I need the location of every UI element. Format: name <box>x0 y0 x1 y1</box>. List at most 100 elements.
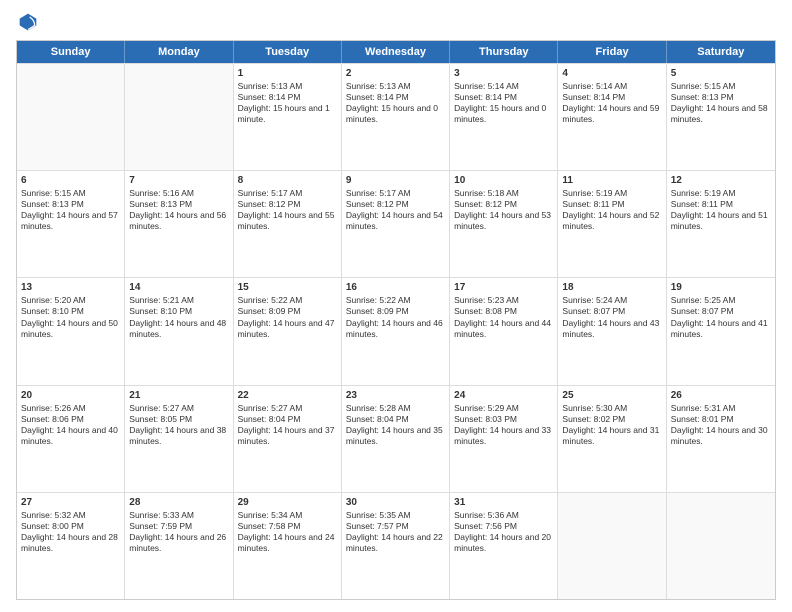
day-info: Sunrise: 5:14 AMSunset: 8:14 PMDaylight:… <box>562 81 661 125</box>
day-number: 1 <box>238 67 337 80</box>
day-cell-5: 5Sunrise: 5:15 AMSunset: 8:13 PMDaylight… <box>667 64 775 170</box>
day-number: 4 <box>562 67 661 80</box>
day-cell-22: 22Sunrise: 5:27 AMSunset: 8:04 PMDayligh… <box>234 386 342 492</box>
day-cell-24: 24Sunrise: 5:29 AMSunset: 8:03 PMDayligh… <box>450 386 558 492</box>
day-number: 26 <box>671 389 771 402</box>
day-number: 24 <box>454 389 553 402</box>
day-header-sunday: Sunday <box>17 41 125 63</box>
day-number: 8 <box>238 174 337 187</box>
day-number: 21 <box>129 389 228 402</box>
calendar: SundayMondayTuesdayWednesdayThursdayFrid… <box>16 40 776 600</box>
day-info: Sunrise: 5:29 AMSunset: 8:03 PMDaylight:… <box>454 403 553 447</box>
day-info: Sunrise: 5:34 AMSunset: 7:58 PMDaylight:… <box>238 510 337 554</box>
day-info: Sunrise: 5:15 AMSunset: 8:13 PMDaylight:… <box>671 81 771 125</box>
calendar-week-1: 1Sunrise: 5:13 AMSunset: 8:14 PMDaylight… <box>17 63 775 170</box>
day-info: Sunrise: 5:21 AMSunset: 8:10 PMDaylight:… <box>129 295 228 339</box>
empty-cell <box>667 493 775 599</box>
day-cell-1: 1Sunrise: 5:13 AMSunset: 8:14 PMDaylight… <box>234 64 342 170</box>
day-info: Sunrise: 5:16 AMSunset: 8:13 PMDaylight:… <box>129 188 228 232</box>
day-number: 14 <box>129 281 228 294</box>
day-info: Sunrise: 5:13 AMSunset: 8:14 PMDaylight:… <box>238 81 337 125</box>
day-number: 25 <box>562 389 661 402</box>
day-info: Sunrise: 5:19 AMSunset: 8:11 PMDaylight:… <box>562 188 661 232</box>
day-number: 2 <box>346 67 445 80</box>
day-info: Sunrise: 5:27 AMSunset: 8:05 PMDaylight:… <box>129 403 228 447</box>
day-header-wednesday: Wednesday <box>342 41 450 63</box>
day-cell-16: 16Sunrise: 5:22 AMSunset: 8:09 PMDayligh… <box>342 278 450 384</box>
day-number: 23 <box>346 389 445 402</box>
empty-cell <box>125 64 233 170</box>
day-number: 20 <box>21 389 120 402</box>
calendar-header: SundayMondayTuesdayWednesdayThursdayFrid… <box>17 41 775 63</box>
day-cell-14: 14Sunrise: 5:21 AMSunset: 8:10 PMDayligh… <box>125 278 233 384</box>
day-cell-30: 30Sunrise: 5:35 AMSunset: 7:57 PMDayligh… <box>342 493 450 599</box>
day-info: Sunrise: 5:33 AMSunset: 7:59 PMDaylight:… <box>129 510 228 554</box>
day-cell-20: 20Sunrise: 5:26 AMSunset: 8:06 PMDayligh… <box>17 386 125 492</box>
day-number: 22 <box>238 389 337 402</box>
day-info: Sunrise: 5:24 AMSunset: 8:07 PMDaylight:… <box>562 295 661 339</box>
day-cell-4: 4Sunrise: 5:14 AMSunset: 8:14 PMDaylight… <box>558 64 666 170</box>
header <box>16 12 776 32</box>
day-info: Sunrise: 5:15 AMSunset: 8:13 PMDaylight:… <box>21 188 120 232</box>
calendar-week-4: 20Sunrise: 5:26 AMSunset: 8:06 PMDayligh… <box>17 385 775 492</box>
day-number: 19 <box>671 281 771 294</box>
day-info: Sunrise: 5:14 AMSunset: 8:14 PMDaylight:… <box>454 81 553 125</box>
day-cell-31: 31Sunrise: 5:36 AMSunset: 7:56 PMDayligh… <box>450 493 558 599</box>
day-cell-6: 6Sunrise: 5:15 AMSunset: 8:13 PMDaylight… <box>17 171 125 277</box>
calendar-week-3: 13Sunrise: 5:20 AMSunset: 8:10 PMDayligh… <box>17 277 775 384</box>
day-cell-12: 12Sunrise: 5:19 AMSunset: 8:11 PMDayligh… <box>667 171 775 277</box>
day-info: Sunrise: 5:30 AMSunset: 8:02 PMDaylight:… <box>562 403 661 447</box>
empty-cell <box>558 493 666 599</box>
day-cell-15: 15Sunrise: 5:22 AMSunset: 8:09 PMDayligh… <box>234 278 342 384</box>
calendar-week-5: 27Sunrise: 5:32 AMSunset: 8:00 PMDayligh… <box>17 492 775 599</box>
day-info: Sunrise: 5:23 AMSunset: 8:08 PMDaylight:… <box>454 295 553 339</box>
day-info: Sunrise: 5:32 AMSunset: 8:00 PMDaylight:… <box>21 510 120 554</box>
day-number: 13 <box>21 281 120 294</box>
day-cell-23: 23Sunrise: 5:28 AMSunset: 8:04 PMDayligh… <box>342 386 450 492</box>
day-number: 30 <box>346 496 445 509</box>
day-info: Sunrise: 5:17 AMSunset: 8:12 PMDaylight:… <box>238 188 337 232</box>
day-cell-21: 21Sunrise: 5:27 AMSunset: 8:05 PMDayligh… <box>125 386 233 492</box>
day-number: 16 <box>346 281 445 294</box>
day-cell-8: 8Sunrise: 5:17 AMSunset: 8:12 PMDaylight… <box>234 171 342 277</box>
day-info: Sunrise: 5:25 AMSunset: 8:07 PMDaylight:… <box>671 295 771 339</box>
day-cell-9: 9Sunrise: 5:17 AMSunset: 8:12 PMDaylight… <box>342 171 450 277</box>
day-cell-2: 2Sunrise: 5:13 AMSunset: 8:14 PMDaylight… <box>342 64 450 170</box>
day-header-friday: Friday <box>558 41 666 63</box>
day-cell-25: 25Sunrise: 5:30 AMSunset: 8:02 PMDayligh… <box>558 386 666 492</box>
day-info: Sunrise: 5:27 AMSunset: 8:04 PMDaylight:… <box>238 403 337 447</box>
day-info: Sunrise: 5:36 AMSunset: 7:56 PMDaylight:… <box>454 510 553 554</box>
day-info: Sunrise: 5:19 AMSunset: 8:11 PMDaylight:… <box>671 188 771 232</box>
day-number: 18 <box>562 281 661 294</box>
day-number: 17 <box>454 281 553 294</box>
day-header-thursday: Thursday <box>450 41 558 63</box>
day-info: Sunrise: 5:13 AMSunset: 8:14 PMDaylight:… <box>346 81 445 125</box>
day-number: 29 <box>238 496 337 509</box>
day-number: 27 <box>21 496 120 509</box>
day-cell-17: 17Sunrise: 5:23 AMSunset: 8:08 PMDayligh… <box>450 278 558 384</box>
day-cell-29: 29Sunrise: 5:34 AMSunset: 7:58 PMDayligh… <box>234 493 342 599</box>
day-cell-19: 19Sunrise: 5:25 AMSunset: 8:07 PMDayligh… <box>667 278 775 384</box>
day-number: 28 <box>129 496 228 509</box>
day-info: Sunrise: 5:28 AMSunset: 8:04 PMDaylight:… <box>346 403 445 447</box>
day-number: 12 <box>671 174 771 187</box>
day-info: Sunrise: 5:26 AMSunset: 8:06 PMDaylight:… <box>21 403 120 447</box>
logo-icon <box>18 12 38 32</box>
day-cell-7: 7Sunrise: 5:16 AMSunset: 8:13 PMDaylight… <box>125 171 233 277</box>
day-number: 15 <box>238 281 337 294</box>
day-cell-10: 10Sunrise: 5:18 AMSunset: 8:12 PMDayligh… <box>450 171 558 277</box>
day-info: Sunrise: 5:35 AMSunset: 7:57 PMDaylight:… <box>346 510 445 554</box>
day-number: 6 <box>21 174 120 187</box>
day-cell-11: 11Sunrise: 5:19 AMSunset: 8:11 PMDayligh… <box>558 171 666 277</box>
day-cell-18: 18Sunrise: 5:24 AMSunset: 8:07 PMDayligh… <box>558 278 666 384</box>
logo <box>16 12 38 32</box>
day-info: Sunrise: 5:18 AMSunset: 8:12 PMDaylight:… <box>454 188 553 232</box>
day-cell-13: 13Sunrise: 5:20 AMSunset: 8:10 PMDayligh… <box>17 278 125 384</box>
calendar-week-2: 6Sunrise: 5:15 AMSunset: 8:13 PMDaylight… <box>17 170 775 277</box>
calendar-body: 1Sunrise: 5:13 AMSunset: 8:14 PMDaylight… <box>17 63 775 599</box>
day-number: 3 <box>454 67 553 80</box>
day-info: Sunrise: 5:22 AMSunset: 8:09 PMDaylight:… <box>238 295 337 339</box>
day-header-saturday: Saturday <box>667 41 775 63</box>
day-info: Sunrise: 5:31 AMSunset: 8:01 PMDaylight:… <box>671 403 771 447</box>
day-cell-28: 28Sunrise: 5:33 AMSunset: 7:59 PMDayligh… <box>125 493 233 599</box>
